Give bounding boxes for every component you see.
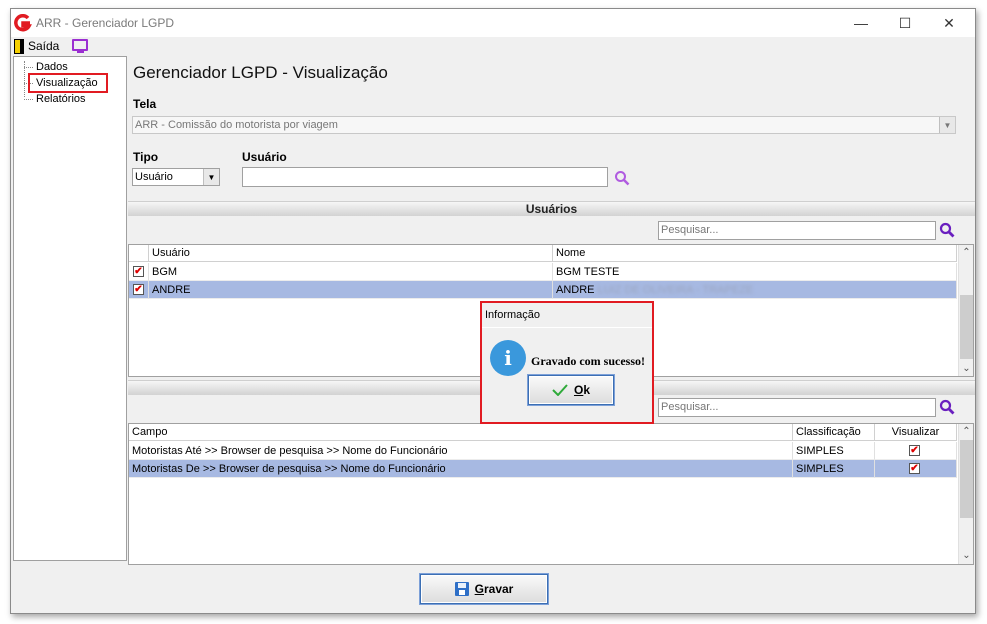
users-col-nome[interactable]: Nome [553, 245, 957, 262]
minimize-button[interactable]: — [839, 9, 883, 37]
scroll-up-icon[interactable]: ⌃ [959, 245, 974, 260]
users-cell-nome[interactable]: BGM TESTE [553, 263, 957, 281]
scroll-down-icon[interactable]: ⌄ [959, 361, 974, 376]
tree-connector [24, 67, 33, 68]
tree-item-relatorios[interactable]: Relatórios [34, 93, 88, 106]
users-cell-nome[interactable]: ANDRE LUIZ DE OLIVEIRA - TRAPEZE [553, 281, 957, 299]
dialog-title: Informação [485, 309, 541, 321]
chevron-down-icon: ▼ [203, 169, 219, 185]
tela-value: ARR - Comissão do motorista por viagem [135, 119, 338, 131]
users-col-check [129, 245, 149, 262]
exit-menu-item[interactable]: Saída [14, 37, 59, 55]
users-search-placeholder: Pesquisar... [661, 224, 719, 236]
floppy-icon [454, 582, 469, 596]
users-cell-nome-text: ANDRE [556, 284, 595, 296]
redacted-text: LUIZ DE OLIVEIRA - TRAPEZE [597, 284, 754, 296]
fields-cell-classificacao[interactable]: SIMPLES [793, 460, 875, 478]
usuario-input[interactable] [242, 167, 608, 187]
window-title: ARR - Gerenciador LGPD [36, 16, 175, 30]
users-cell-usuario[interactable]: BGM [149, 263, 553, 281]
fields-cell-campo[interactable]: Motoristas De >> Browser de pesquisa >> … [129, 460, 793, 478]
tree-connector [24, 99, 33, 100]
table-row-check: ✔ [129, 281, 149, 299]
dialog-message: Gravado com sucesso! [531, 354, 645, 368]
search-icon[interactable] [614, 170, 630, 186]
tela-select[interactable]: ARR - Comissão do motorista por viagem ▼ [132, 116, 956, 134]
fields-search-input[interactable]: Pesquisar... [658, 398, 936, 417]
scroll-thumb[interactable] [960, 440, 973, 518]
fields-col-campo[interactable]: Campo [129, 424, 793, 441]
users-section-title: Usuários [525, 202, 578, 216]
checkbox[interactable]: ✔ [909, 445, 920, 456]
info-icon: i [490, 340, 526, 376]
fields-cell-classificacao[interactable]: SIMPLES [793, 442, 875, 460]
g-logo-icon [14, 14, 32, 32]
exit-menu-label: Saída [28, 39, 60, 53]
checkbox[interactable]: ✔ [133, 284, 144, 295]
users-scrollbar[interactable]: ⌃ ⌄ [958, 245, 973, 376]
checkbox[interactable]: ✔ [133, 266, 144, 277]
fields-search-placeholder: Pesquisar... [661, 401, 719, 413]
users-search-input[interactable]: Pesquisar... [658, 221, 936, 240]
door-icon [14, 38, 24, 54]
fields-col-classificacao[interactable]: Classificação [793, 424, 875, 441]
scroll-down-icon[interactable]: ⌄ [959, 548, 974, 563]
check-icon [552, 384, 568, 396]
title-bar: ARR - Gerenciador LGPD — ☐ ✕ [11, 9, 975, 37]
fields-cell-campo[interactable]: Motoristas Até >> Browser de pesquisa >>… [129, 442, 793, 460]
fields-cell-visualizar: ✔ [875, 442, 957, 460]
close-button[interactable]: ✕ [927, 9, 971, 37]
search-icon[interactable] [939, 399, 955, 415]
fields-grid: Campo Classificação Visualizar Motorista… [128, 423, 974, 565]
maximize-button[interactable]: ☐ [883, 9, 927, 37]
tela-label: Tela [133, 97, 157, 111]
chevron-down-icon: ▼ [939, 117, 955, 133]
ok-button-label: Ok [573, 383, 591, 397]
fields-cell-visualizar: ✔ [875, 460, 957, 478]
fields-col-visualizar[interactable]: Visualizar [875, 424, 957, 441]
table-row-check: ✔ [129, 263, 149, 281]
checkbox[interactable]: ✔ [909, 463, 920, 474]
search-icon[interactable] [939, 222, 955, 238]
users-cell-usuario[interactable]: ANDRE [149, 281, 553, 299]
scroll-up-icon[interactable]: ⌃ [959, 424, 974, 439]
save-button[interactable]: Gravar [420, 574, 548, 604]
monitor-icon[interactable] [72, 39, 88, 53]
tipo-select[interactable]: Usuário ▼ [132, 168, 220, 186]
dialog-body: i Gravado com sucesso! Ok [482, 327, 652, 422]
save-button-label: Gravar [474, 582, 514, 596]
tipo-label: Tipo [133, 150, 159, 164]
usuario-label: Usuário [242, 150, 287, 164]
info-dialog: Informação i Gravado com sucesso! Ok [480, 301, 654, 424]
tipo-value: Usuário [135, 171, 173, 183]
users-section-header: Usuários [128, 201, 975, 216]
users-col-usuario[interactable]: Usuário [149, 245, 553, 262]
menu-bar: Saída [11, 37, 975, 55]
fields-scrollbar[interactable]: ⌃ ⌄ [958, 424, 973, 564]
navigation-tree: Dados Visualização Relatórios [13, 56, 127, 561]
selected-item-highlight [28, 73, 108, 93]
ok-button[interactable]: Ok [528, 375, 614, 405]
page-title: Gerenciador LGPD - Visualização [133, 63, 388, 82]
scroll-thumb[interactable] [960, 295, 973, 359]
